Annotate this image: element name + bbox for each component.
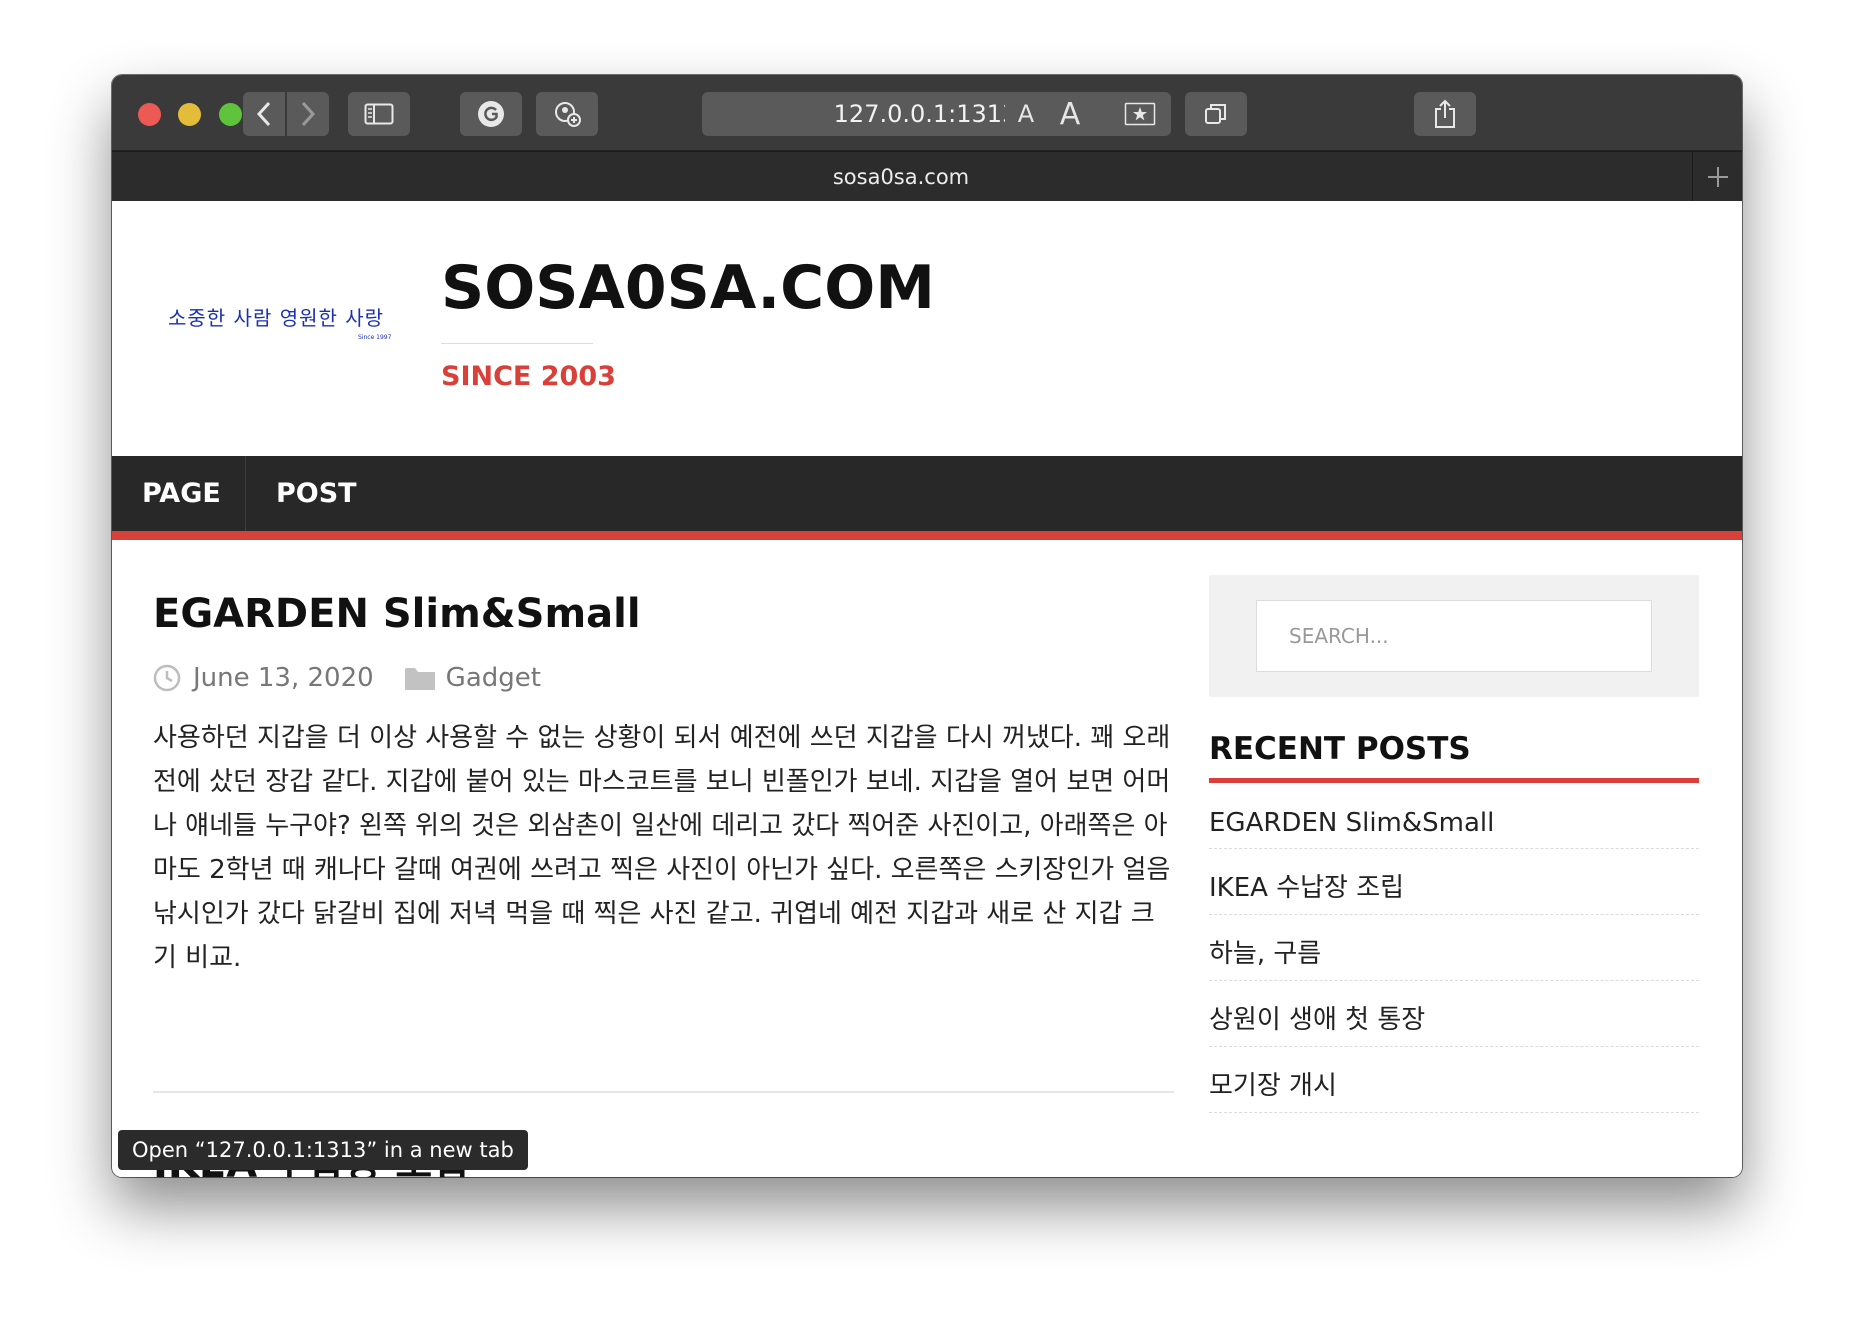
- tabs-overview-icon: [1205, 104, 1226, 124]
- browser-window: 127.0.0.1:1313 A A sosa0sa.com 소중한 사람 영원…: [112, 75, 1742, 1177]
- back-button[interactable]: [243, 92, 285, 136]
- search-input[interactable]: [1256, 600, 1652, 672]
- recent-post-link[interactable]: 모기장 개시: [1209, 1047, 1699, 1113]
- post-divider: [153, 1091, 1174, 1093]
- tab-bar: sosa0sa.com: [112, 151, 1742, 202]
- zoom-window-button[interactable]: [219, 103, 242, 126]
- link-tooltip: Open “127.0.0.1:1313” in a new tab: [118, 1130, 528, 1170]
- folder-icon: [404, 668, 435, 690]
- site-tagline: SINCE 2003: [441, 361, 616, 392]
- post-meta: June 13, 2020 Gadget: [153, 661, 541, 695]
- clock-icon: [153, 664, 181, 692]
- grammarly-extension-button[interactable]: [460, 92, 522, 136]
- grammarly-icon: [478, 101, 504, 127]
- post-category[interactable]: Gadget: [446, 663, 541, 693]
- extension-button[interactable]: [536, 92, 598, 136]
- forward-button[interactable]: [287, 92, 329, 136]
- nav-item-page[interactable]: PAGE: [142, 456, 221, 531]
- minimize-window-button[interactable]: [178, 103, 201, 126]
- recent-posts-list: EGARDEN Slim&Small IKEA 수납장 조립 하늘, 구름 상원…: [1209, 783, 1699, 1113]
- site-logo[interactable]: 소중한 사람 영원한 사랑 Since 1997: [168, 303, 398, 343]
- excerpt-line: 마도 2학년 때 캐나다 갈때 여권에 쓰려고 찍은 사진이 아닌가 싶다. 오…: [153, 855, 1171, 885]
- recent-post-link[interactable]: EGARDEN Slim&Small: [1209, 783, 1699, 849]
- excerpt-line: 낚시인가 갔다 닭갈비 집에 저녁 먹을 때 찍은 사진 같고. 귀엽네 예전 …: [153, 899, 1155, 929]
- recent-posts-heading: RECENT POSTS: [1209, 731, 1471, 767]
- close-window-button[interactable]: [138, 103, 161, 126]
- sidebar-icon: [364, 103, 394, 125]
- nav-divider: [245, 456, 246, 531]
- search-widget: [1209, 575, 1699, 697]
- recent-post-link[interactable]: 상원이 생애 첫 통장: [1209, 981, 1699, 1047]
- excerpt-line: 사용하던 지갑을 더 이상 사용할 수 없는 상황이 되서 예전에 쓰던 지갑을…: [153, 723, 1171, 753]
- back-icon: [256, 101, 271, 127]
- active-tab[interactable]: sosa0sa.com: [112, 152, 1690, 202]
- logo-subtext: Since 1997: [358, 334, 392, 341]
- tab-overview-button[interactable]: [1185, 92, 1247, 136]
- share-button[interactable]: [1414, 92, 1476, 136]
- recent-post-link[interactable]: IKEA 수납장 조립: [1209, 849, 1699, 915]
- recent-post-link[interactable]: 하늘, 구름: [1209, 915, 1699, 981]
- text-larger-button[interactable]: A: [1049, 92, 1091, 136]
- sidebar-button[interactable]: [348, 92, 410, 136]
- share-icon: [1435, 99, 1455, 128]
- excerpt-line: 나 얘네들 누구야? 왼쪽 위의 것은 외삼촌이 일산에 데리고 갔다 찍어준 …: [153, 811, 1168, 841]
- title-divider: [441, 343, 593, 344]
- site-title[interactable]: SOSA0SA.COM: [441, 253, 935, 323]
- post-date[interactable]: June 13, 2020: [193, 663, 374, 693]
- excerpt-line: 기 비교.: [153, 943, 242, 973]
- post-excerpt: 사용하던 지갑을 더 이상 사용할 수 없는 상황이 되서 예전에 쓰던 지갑을…: [153, 716, 1178, 980]
- main-navigation: PAGE POST: [112, 456, 1742, 540]
- bookmarks-button[interactable]: [1109, 92, 1171, 136]
- nav-item-post[interactable]: POST: [276, 456, 357, 531]
- tab-title: sosa0sa.com: [832, 165, 970, 189]
- extension-icon: [555, 102, 581, 127]
- post-title[interactable]: EGARDEN Slim&Small: [153, 591, 641, 637]
- forward-icon: [301, 101, 316, 127]
- text-smaller-label: A: [1017, 100, 1035, 128]
- web-page: 소중한 사람 영원한 사랑 Since 1997 SOSA0SA.COM SIN…: [112, 201, 1742, 1177]
- address-url: 127.0.0.1:1313: [833, 100, 1018, 128]
- logo-text: 소중한 사람 영원한 사랑: [168, 306, 384, 330]
- browser-toolbar: 127.0.0.1:1313 A A: [112, 75, 1742, 151]
- text-larger-label: A: [1059, 96, 1081, 132]
- stage: 127.0.0.1:1313 A A sosa0sa.com 소중한 사람 영원…: [0, 0, 1850, 1324]
- new-tab-button[interactable]: [1692, 152, 1742, 202]
- text-smaller-button[interactable]: A: [1005, 92, 1047, 136]
- bookmark-star-icon: [1124, 102, 1156, 126]
- excerpt-line: 전에 샀던 장갑 같다. 지갑에 붙어 있는 마스코트를 보니 빈폴인가 보네.…: [153, 767, 1171, 797]
- new-tab-plus-icon: [1707, 167, 1728, 187]
